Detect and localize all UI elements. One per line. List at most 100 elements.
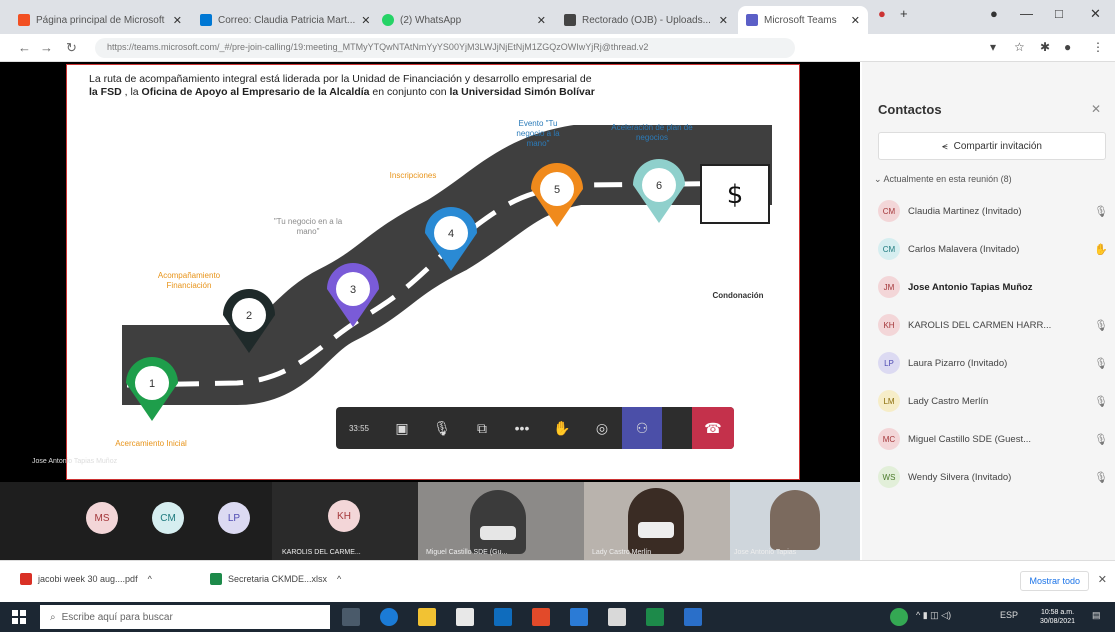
participants-icon[interactable]: ⚇ xyxy=(622,407,662,449)
show-all-button[interactable]: Mostrar todo xyxy=(1020,571,1089,591)
participant-row[interactable]: JM Jose Antonio Tapias Muñoz xyxy=(878,274,1108,300)
close-tab-icon[interactable]: ✕ xyxy=(845,14,860,27)
label-acompanamiento: Acompañamiento Financiación xyxy=(157,271,221,290)
download-item-pdf[interactable]: jacobi week 30 aug....pdf ^ xyxy=(20,573,152,585)
chrome-tray-icon[interactable] xyxy=(890,608,908,626)
label-aceleracion: Aceleración de plan de negocios xyxy=(611,123,693,142)
minimize-icon[interactable]: — xyxy=(1020,6,1033,21)
close-tab-icon[interactable]: ✕ xyxy=(355,14,370,27)
hang-up-icon[interactable]: ☎ xyxy=(692,407,734,449)
close-tab-icon[interactable]: ✕ xyxy=(713,14,728,27)
meeting-timer: 33:55 xyxy=(348,423,370,433)
task-view-icon[interactable] xyxy=(342,608,360,626)
video-tile-3[interactable]: Jose Antonio Tapias xyxy=(730,482,860,560)
participant-video-figure xyxy=(770,490,820,550)
windows-start-icon[interactable] xyxy=(12,610,26,624)
marker-number: 3 xyxy=(350,284,356,296)
marker-number: 4 xyxy=(448,228,454,240)
tray-icons[interactable]: ^ ▮ ◫ ◁) xyxy=(916,610,951,621)
tile-name: Miguel Castillo SDE (Gu... xyxy=(426,549,508,556)
notifications-icon[interactable]: ▤ xyxy=(1092,610,1101,621)
avatar-initials: LP xyxy=(227,512,241,524)
recording-dot-icon: ● xyxy=(878,6,886,21)
face-mask xyxy=(480,526,516,540)
share-invitation-button[interactable]: ⪪ Compartir invitación xyxy=(878,132,1106,160)
participant-row[interactable]: KH KAROLIS DEL CARMEN HARR... 🎙 xyxy=(878,312,1108,338)
mic-muted-icon: 🎙 xyxy=(1094,357,1108,370)
excel-taskbar-icon[interactable] xyxy=(646,608,664,626)
close-window-icon[interactable]: ✕ xyxy=(1090,6,1101,22)
windows-taskbar: ⌕ Escribe aquí para buscar ^ ▮ ◫ ◁) ESP 1… xyxy=(0,602,1115,632)
participant-row[interactable]: MC Miguel Castillo SDE (Guest... 🎙 xyxy=(878,426,1108,452)
chevron-up-icon[interactable]: ^ xyxy=(337,574,341,584)
close-tab-icon[interactable]: ✕ xyxy=(167,14,182,27)
forward-icon[interactable]: → xyxy=(40,40,53,55)
new-tab-button[interactable]: + xyxy=(900,6,908,21)
menu-icon[interactable]: ⋮ xyxy=(1092,40,1104,54)
extension-icon[interactable]: ▾ xyxy=(990,40,996,54)
reload-icon[interactable]: ↻ xyxy=(66,40,77,56)
app-icon[interactable] xyxy=(608,608,626,626)
share-screen-icon[interactable]: ⧉ xyxy=(462,407,502,449)
marker-number: 6 xyxy=(656,180,662,192)
edge-icon[interactable] xyxy=(380,608,398,626)
taskbar-search-input[interactable]: ⌕ Escribe aquí para buscar xyxy=(40,605,330,629)
maximize-icon[interactable]: □ xyxy=(1055,6,1063,21)
raise-hand-icon[interactable]: ✋ xyxy=(542,407,582,449)
presenter-caption: Jose Antonio Tapias Muñoz xyxy=(32,458,118,465)
camera-icon[interactable]: ▣ xyxy=(382,407,422,449)
participant-name: Carlos Malavera (Invitado) xyxy=(908,243,1020,255)
participant-avatar-lp[interactable]: LP xyxy=(218,502,250,534)
tab-microsoft-home[interactable]: Página principal de Microsoft ✕ xyxy=(10,6,190,34)
mic-off-icon[interactable]: 🎙 xyxy=(422,407,462,449)
participant-video-figure xyxy=(628,488,684,554)
download-item-xlsx[interactable]: Secretaria CKMDE...xlsx ^ xyxy=(210,573,341,585)
store-icon[interactable] xyxy=(456,608,474,626)
chat-icon[interactable]: ◎ xyxy=(582,407,622,449)
profile-icon[interactable]: ● xyxy=(990,6,998,21)
search-icon: ⌕ xyxy=(50,611,56,623)
address-bar-row: ← → ↻ https://teams.microsoft.com/_#/pre… xyxy=(0,34,1115,62)
video-tile-1[interactable]: Miguel Castillo SDE (Gu... xyxy=(418,482,584,560)
close-panel-icon[interactable]: ✕ xyxy=(1091,102,1101,116)
participant-name: Jose Antonio Tapias Muñoz xyxy=(908,281,1033,293)
share-icon: ⪪ xyxy=(941,140,948,152)
word-icon[interactable] xyxy=(570,608,588,626)
tab-label: (2) WhatsApp xyxy=(400,14,462,26)
clock[interactable]: 10:58 a.m. 30/08/2021 xyxy=(1040,608,1075,626)
search-placeholder: Escribe aquí para buscar xyxy=(61,611,173,623)
in-meeting-header[interactable]: ⌄ Actualmente en esta reunión (8) xyxy=(874,174,1012,185)
back-icon[interactable]: ← xyxy=(18,40,31,55)
contacts-panel: Contactos ✕ ⪪ Compartir invitación ⌄ Actu… xyxy=(862,62,1115,560)
participant-row[interactable]: CM Carlos Malavera (Invitado) ✋ xyxy=(878,236,1108,262)
house-money-icon: $ xyxy=(727,180,744,210)
puzzle-icon[interactable]: ✱ xyxy=(1040,40,1050,54)
tab-uploads[interactable]: Rectorado (OJB) - Uploads... ✕ xyxy=(556,6,736,34)
video-tile-2[interactable]: Lady Castro Merlín xyxy=(584,482,730,560)
more-options-icon[interactable]: ••• xyxy=(502,407,542,449)
chevron-up-icon[interactable]: ^ xyxy=(148,574,152,584)
office-icon[interactable] xyxy=(532,608,550,626)
participant-row[interactable]: LM Lady Castro Merlín 🎙 xyxy=(878,388,1108,414)
close-download-bar-icon[interactable]: ✕ xyxy=(1098,573,1107,586)
participant-row[interactable]: LP Laura Pizarro (Invitado) 🎙 xyxy=(878,350,1108,376)
avatar: KH xyxy=(878,314,900,336)
bookmark-star-icon[interactable]: ☆ xyxy=(1014,40,1025,54)
tab-whatsapp[interactable]: (2) WhatsApp ✕ xyxy=(374,6,554,34)
language-indicator[interactable]: ESP xyxy=(1000,610,1018,620)
tab-outlook[interactable]: Correo: Claudia Patricia Mart... ✕ xyxy=(192,6,372,34)
avatar[interactable]: ● xyxy=(1064,40,1071,54)
tab-teams[interactable]: Microsoft Teams ✕ xyxy=(738,6,868,34)
tile-name: KAROLIS DEL CARME... xyxy=(282,549,361,556)
outlook-taskbar-icon[interactable] xyxy=(684,608,702,626)
participant-row[interactable]: WS Wendy Silvera (Invitado) 🎙 xyxy=(878,464,1108,490)
participant-avatar-ms[interactable]: MS xyxy=(86,502,118,534)
avatar: CM xyxy=(878,238,900,260)
mail-icon[interactable] xyxy=(494,608,512,626)
url-field[interactable]: https://teams.microsoft.com/_#/pre-join-… xyxy=(95,38,795,58)
close-tab-icon[interactable]: ✕ xyxy=(531,14,546,27)
participant-avatar-cm[interactable]: CM xyxy=(152,502,184,534)
participant-row[interactable]: CM Claudia Martinez (Invitado) 🎙 xyxy=(878,198,1108,224)
file-explorer-icon[interactable] xyxy=(418,608,436,626)
participant-tile-kh[interactable]: KH KAROLIS DEL CARME... xyxy=(272,482,418,560)
